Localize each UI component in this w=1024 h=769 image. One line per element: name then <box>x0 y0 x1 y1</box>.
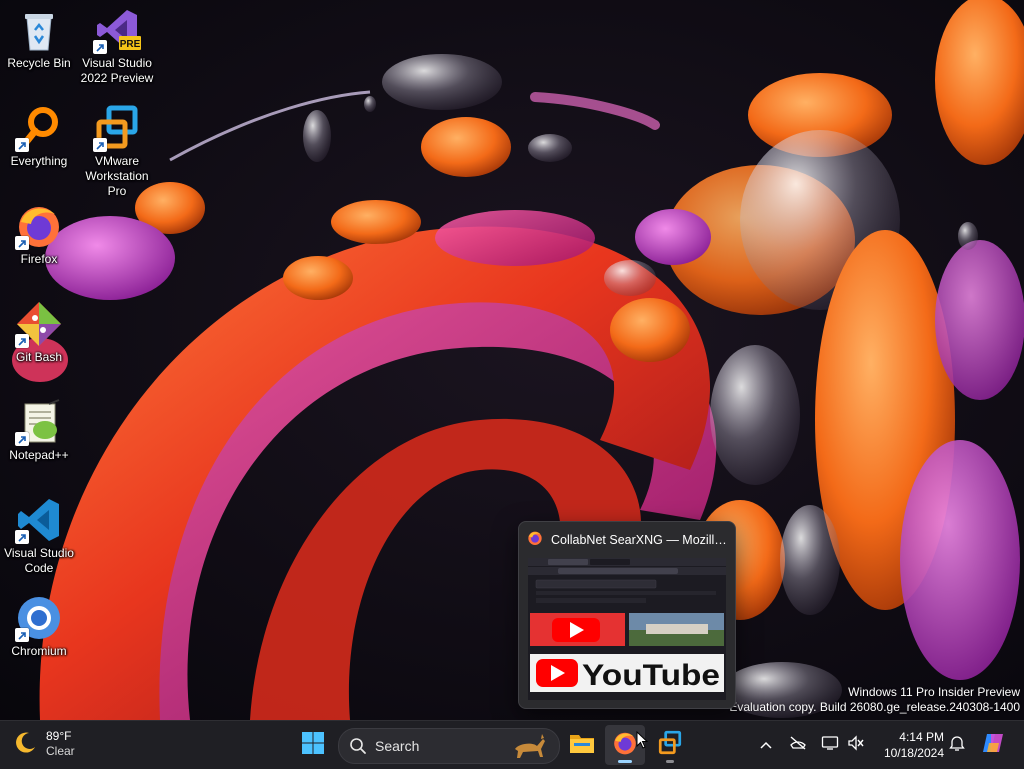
firefox-icon <box>527 530 543 551</box>
desktop-icon-git-bash[interactable]: Git Bash <box>0 300 78 365</box>
desktop-icon-vmware[interactable]: VMware Workstation Pro <box>78 104 156 199</box>
desktop-icon-vscode[interactable]: Visual Studio Code <box>0 496 78 576</box>
svg-text:PRE: PRE <box>120 39 141 50</box>
shortcut-arrow-icon <box>15 432 29 446</box>
shortcut-arrow-icon <box>93 40 107 54</box>
taskbar-app-file-explorer[interactable] <box>562 725 602 765</box>
volume-muted-icon <box>847 734 865 756</box>
watermark-build: Evaluation copy. Build 26080.ge_release.… <box>729 700 1020 714</box>
search-icon <box>349 737 367 755</box>
shortcut-arrow-icon <box>15 530 29 544</box>
git-bash-icon <box>15 300 63 348</box>
desktop-icon-everything[interactable]: Everything <box>0 104 78 169</box>
display-icon <box>821 735 839 756</box>
tray-display-button[interactable] <box>818 721 842 769</box>
file-explorer-icon <box>569 731 595 760</box>
notepad-plus-plus-icon <box>15 398 63 446</box>
desktop-icon-chromium[interactable]: Chromium <box>0 594 78 659</box>
start-button[interactable] <box>293 725 333 765</box>
clock-time: 4:14 PM <box>899 730 944 744</box>
taskbar-search-box[interactable]: Search <box>338 728 560 764</box>
desktop-icon-recycle-bin[interactable]: Recycle Bin <box>0 6 78 71</box>
copilot-button[interactable] <box>978 721 1008 769</box>
desktop-icon-visual-studio-preview[interactable]: PRE Visual Studio 2022 Preview <box>78 6 156 86</box>
taskbar: 89°F Clear Search 4:14 PM 10/18/2024 <box>0 720 1024 769</box>
preview-header: CollabNet SearXNG — Mozilla F... <box>519 522 735 558</box>
visual-studio-preview-icon: PRE <box>93 6 141 54</box>
firefox-icon <box>15 202 63 250</box>
preview-window-thumbnail[interactable]: YouTube <box>528 558 726 700</box>
everything-search-icon <box>15 104 63 152</box>
firefox-icon <box>612 730 638 761</box>
running-indicator <box>618 760 632 763</box>
network-off-icon <box>789 735 807 756</box>
shortcut-arrow-icon <box>93 138 107 152</box>
shortcut-arrow-icon <box>15 138 29 152</box>
bell-icon <box>949 734 965 757</box>
search-placeholder: Search <box>375 738 420 754</box>
tray-volume-button[interactable] <box>844 721 868 769</box>
shortcut-arrow-icon <box>15 334 29 348</box>
taskbar-thumbnail-preview[interactable]: CollabNet SearXNG — Mozilla F... YouTube <box>518 521 736 709</box>
recycle-bin-icon <box>15 6 63 54</box>
running-indicator <box>666 760 674 763</box>
windows-start-icon <box>301 731 325 760</box>
desktop-icon-label: Visual Studio Code <box>4 546 74 575</box>
taskbar-app-vmware[interactable] <box>650 725 690 765</box>
desktop-icon-label: Recycle Bin <box>7 56 71 70</box>
desktop-icon-label: Git Bash <box>15 350 63 364</box>
desktop-icon-label: Firefox <box>20 252 58 266</box>
shortcut-arrow-icon <box>15 628 29 642</box>
desktop-icon-notepad-plus-plus[interactable]: Notepad++ <box>0 398 78 463</box>
vmware-icon <box>93 104 141 152</box>
moon-icon <box>14 730 38 759</box>
desktop-icon-label: Everything <box>10 154 68 168</box>
tray-network-button[interactable] <box>786 721 810 769</box>
notifications-button[interactable] <box>946 721 968 769</box>
watermark-edition: Windows 11 Pro Insider Preview <box>848 685 1020 699</box>
vmware-icon <box>657 730 683 761</box>
search-highlight-image <box>507 731 549 766</box>
desktop-icon-firefox[interactable]: Firefox <box>0 202 78 267</box>
taskbar-clock[interactable]: 4:14 PM 10/18/2024 <box>874 729 944 761</box>
desktop-icon-label: Chromium <box>11 644 67 658</box>
mouse-pointer-icon <box>636 730 649 754</box>
weather-condition: Clear <box>46 744 75 758</box>
show-hidden-icons-button[interactable] <box>754 721 778 769</box>
preview-window-title: CollabNet SearXNG — Mozilla F... <box>551 533 727 547</box>
weather-widget[interactable]: 89°F Clear <box>14 729 75 759</box>
svg-text:YouTube: YouTube <box>582 659 720 692</box>
desktop-icon-label: VMware Workstation Pro <box>85 154 149 198</box>
shortcut-arrow-icon <box>15 236 29 250</box>
vscode-icon <box>15 496 63 544</box>
windows-build-watermark: Windows 11 Pro Insider Preview Evaluatio… <box>729 685 1020 715</box>
chevron-up-icon <box>760 736 772 754</box>
weather-temperature: 89°F <box>46 729 72 743</box>
copilot-icon <box>981 731 1005 760</box>
desktop-icon-label: Notepad++ <box>9 448 69 462</box>
desktop-icon-label: Visual Studio 2022 Preview <box>80 56 154 85</box>
chromium-icon <box>15 594 63 642</box>
clock-date: 10/18/2024 <box>883 746 944 760</box>
